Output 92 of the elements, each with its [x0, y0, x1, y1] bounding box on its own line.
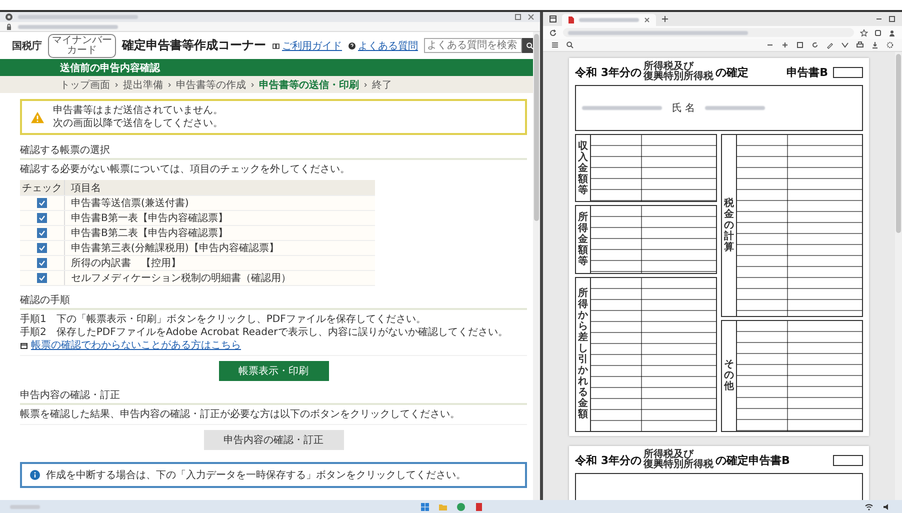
table-cell-text: セルフメディケーション税制の明細書（確認用）	[70, 272, 292, 285]
maximize-icon[interactable]	[888, 15, 896, 23]
breadcrumb-item: 終了	[372, 78, 392, 92]
sidebar-icon[interactable]	[551, 41, 559, 49]
table-cell-text: 申告書等送信票(兼送付書)	[70, 196, 190, 210]
form-title-small: 所得税及び	[643, 450, 694, 460]
chevron-icon	[114, 80, 119, 88]
code-box	[833, 66, 863, 78]
search-button[interactable]	[522, 38, 533, 53]
instruction-text: 確認する必要がない帳票については、項目のチェックを外してください。	[20, 163, 351, 176]
card-badge[interactable]: マイナンバー カード	[48, 34, 116, 58]
table-cell-text: 申告書B第二表【申告内容確認票】	[70, 226, 229, 240]
close-icon[interactable]	[643, 16, 651, 24]
section-heading: 確認の手順	[20, 294, 527, 310]
maximize-icon[interactable]	[514, 13, 522, 21]
search-icon[interactable]	[566, 41, 574, 49]
chevron-icon	[167, 80, 172, 88]
start-icon[interactable]	[420, 502, 430, 512]
table-cell-text: 所得の内訳書 【控用】	[70, 256, 182, 270]
form-title: の確定	[715, 64, 748, 80]
code-box	[833, 454, 863, 466]
extensions-icon[interactable]	[874, 28, 882, 36]
checkbox[interactable]	[37, 273, 47, 283]
section-heading: 申告内容の確認・訂正	[20, 389, 527, 405]
search-field[interactable]: よくある質問を検索	[424, 38, 522, 53]
reload-icon[interactable]	[549, 28, 557, 36]
info-text: 作成を中断する場合は、下の「入力データを一時保存する」ボタンをクリックしてください。	[46, 468, 466, 482]
logo-text[interactable]: 国税庁	[12, 38, 42, 52]
question-icon	[348, 42, 356, 50]
breadcrumb-item: 提出準備	[123, 78, 163, 92]
info-icon	[30, 470, 40, 480]
close-icon[interactable]	[527, 13, 535, 21]
browser-icon[interactable]	[456, 502, 466, 512]
column-header: 項目名	[70, 182, 102, 194]
star-icon[interactable]	[860, 28, 868, 36]
print-icon[interactable]	[856, 41, 864, 49]
profile-icon[interactable]	[888, 28, 896, 36]
faq-link[interactable]: よくある質問	[358, 38, 418, 52]
tab-actions-icon[interactable]	[549, 15, 557, 23]
warning-text: 次の画面以降で送信をしてください。	[53, 117, 223, 130]
checkbox[interactable]	[37, 243, 47, 253]
site-title: 確定申告書等作成コーナー	[122, 37, 266, 54]
browser-tab[interactable]	[562, 14, 656, 26]
fit-page-icon[interactable]	[796, 41, 804, 49]
lock-icon	[5, 22, 13, 30]
form-title: 令和 3年分の	[575, 64, 642, 80]
form-title-small: 復興特別所得税	[643, 460, 714, 470]
scrollbar[interactable]	[895, 52, 902, 500]
book-icon	[272, 42, 280, 50]
checkbox[interactable]	[37, 213, 47, 223]
column-header: チェック	[20, 180, 65, 195]
table-cell-text: 申告書第三表(分離課税用)【申告内容確認票】	[70, 242, 280, 255]
form-title-small: 所得税及び	[643, 62, 694, 72]
page-title: 送信前の申告内容確認	[60, 61, 160, 74]
checkbox[interactable]	[37, 198, 47, 208]
breadcrumb-item: 申告書等の送信・印刷	[259, 78, 359, 92]
checkbox[interactable]	[37, 228, 47, 238]
draw-icon[interactable]	[826, 41, 834, 49]
scrollbar[interactable]	[533, 32, 540, 500]
wifi-icon[interactable]	[864, 502, 874, 512]
new-tab-icon[interactable]	[661, 15, 669, 23]
zoom-in-icon[interactable]	[781, 41, 789, 49]
chevron-icon	[363, 80, 368, 88]
form-name: 申告書B	[786, 64, 828, 80]
guide-link[interactable]: ご利用ガイド	[282, 38, 342, 52]
rotate-icon[interactable]	[811, 41, 819, 49]
window-icon	[20, 342, 28, 350]
table-cell-text: 申告書B第一表【申告内容確認票】	[70, 212, 229, 225]
pdf-icon	[567, 16, 575, 24]
warning-text: 申告書等はまだ送信されていません。	[53, 104, 223, 117]
chevron-icon	[250, 80, 255, 88]
pdf-icon[interactable]	[474, 502, 484, 512]
name-label: 氏 名	[672, 102, 696, 115]
step-text: 手順2 保存したPDFファイルをAdobe Acrobat Readerで表示し、内容に誤りがないか確認してください。	[20, 326, 509, 339]
section-heading: 確認する帳票の選択	[20, 144, 527, 160]
warning-icon	[30, 110, 45, 124]
form-title: の確定申告書B	[715, 452, 790, 468]
help-link[interactable]: 帳票の確認でわからないことがある方はこちら	[31, 339, 241, 352]
search-icon	[526, 42, 533, 50]
step-text: 手順1 下の「帳票表示・印刷」ボタンをクリックし、PDFファイルを保存してください。	[20, 313, 427, 326]
address-field[interactable]	[563, 28, 854, 37]
form-title: 令和 3年分の	[575, 452, 642, 468]
form-title-small: 復興特別所得税	[643, 72, 714, 82]
save-icon[interactable]	[871, 41, 879, 49]
correction-button[interactable]: 申告内容の確認・訂正	[204, 430, 344, 450]
breadcrumb-item: 申告書等の作成	[176, 78, 246, 92]
browser-icon[interactable]	[5, 13, 13, 21]
breadcrumb-item: トップ画面	[60, 78, 110, 92]
instruction-text: 帳票を確認した結果、申告内容の確認・訂正が必要な方は以下のボタンをクリックしてください。	[20, 408, 461, 421]
print-button[interactable]: 帳票表示・印刷	[218, 361, 328, 381]
redacted-text	[579, 18, 639, 22]
checkbox[interactable]	[37, 258, 47, 268]
